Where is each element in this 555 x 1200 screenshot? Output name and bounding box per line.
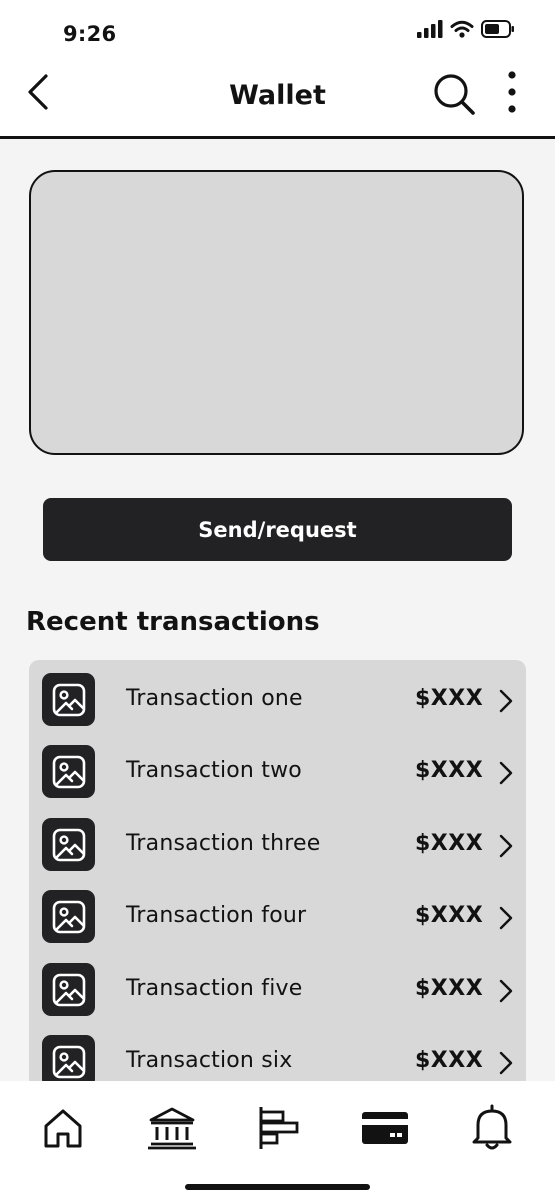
nav-home[interactable] — [38, 1103, 88, 1153]
transaction-amount: $XXX — [415, 686, 484, 711]
chevron-right-icon — [499, 761, 513, 785]
transaction-amount: $XXX — [415, 831, 484, 856]
nav-bank[interactable] — [147, 1103, 197, 1153]
battery-icon — [481, 20, 514, 38]
home-icon — [44, 1109, 82, 1148]
home-indicator[interactable] — [185, 1184, 370, 1190]
image-icon — [52, 755, 85, 788]
transaction-amount: $XXX — [415, 758, 484, 783]
nav-card[interactable] — [360, 1103, 410, 1153]
transaction-amount: $XXX — [415, 1048, 484, 1073]
bank-icon — [148, 1107, 196, 1150]
image-icon — [52, 973, 85, 1006]
search-button[interactable] — [432, 72, 476, 116]
transaction-row[interactable]: Transaction three $XXX — [29, 805, 526, 877]
transaction-label: Transaction three — [126, 831, 321, 856]
transaction-row[interactable]: Transaction one $XXX — [29, 660, 526, 732]
chevron-right-icon — [499, 1051, 513, 1075]
more-vertical-icon — [508, 71, 516, 113]
transaction-thumbnail — [42, 745, 95, 798]
chevron-right-icon — [499, 689, 513, 713]
image-icon — [52, 1045, 85, 1078]
transaction-label: Transaction one — [126, 686, 303, 711]
wifi-icon — [450, 20, 474, 38]
transaction-row[interactable]: Transaction six $XXX — [29, 1022, 526, 1090]
signal-icon — [417, 20, 443, 38]
transaction-label: Transaction two — [126, 758, 302, 783]
header: Wallet — [0, 60, 555, 139]
bar-chart-icon — [259, 1107, 299, 1149]
transaction-row[interactable]: Transaction five $XXX — [29, 950, 526, 1022]
transaction-thumbnail — [42, 963, 95, 1016]
send-request-button[interactable]: Send/request — [43, 498, 512, 561]
transaction-row[interactable]: Transaction four $XXX — [29, 877, 526, 949]
chevron-right-icon — [499, 834, 513, 858]
image-icon — [52, 828, 85, 861]
image-icon — [52, 900, 85, 933]
transaction-row[interactable]: Transaction two $XXX — [29, 732, 526, 804]
nav-analytics[interactable] — [254, 1103, 304, 1153]
image-icon — [52, 683, 85, 716]
nav-notifications[interactable] — [467, 1103, 517, 1153]
transactions-list: Transaction one $XXX Transaction two $XX… — [29, 660, 526, 1090]
card-icon — [362, 1112, 408, 1144]
chevron-right-icon — [499, 906, 513, 930]
recent-transactions-title: Recent transactions — [26, 607, 320, 637]
transaction-amount: $XXX — [415, 903, 484, 928]
status-bar: 9:26 — [0, 0, 555, 60]
status-icons — [417, 20, 515, 38]
search-icon — [434, 74, 475, 115]
transaction-label: Transaction five — [126, 976, 303, 1001]
transaction-thumbnail — [42, 890, 95, 943]
transaction-thumbnail — [42, 818, 95, 871]
status-time: 9:26 — [63, 22, 117, 46]
bottom-nav — [0, 1081, 555, 1200]
chevron-right-icon — [499, 979, 513, 1003]
transaction-label: Transaction six — [126, 1048, 293, 1073]
transaction-label: Transaction four — [126, 903, 307, 928]
wallet-card-placeholder[interactable] — [29, 170, 524, 455]
transaction-thumbnail — [42, 673, 95, 726]
transaction-amount: $XXX — [415, 976, 484, 1001]
bell-icon — [472, 1104, 512, 1150]
more-options-button[interactable] — [500, 70, 524, 114]
